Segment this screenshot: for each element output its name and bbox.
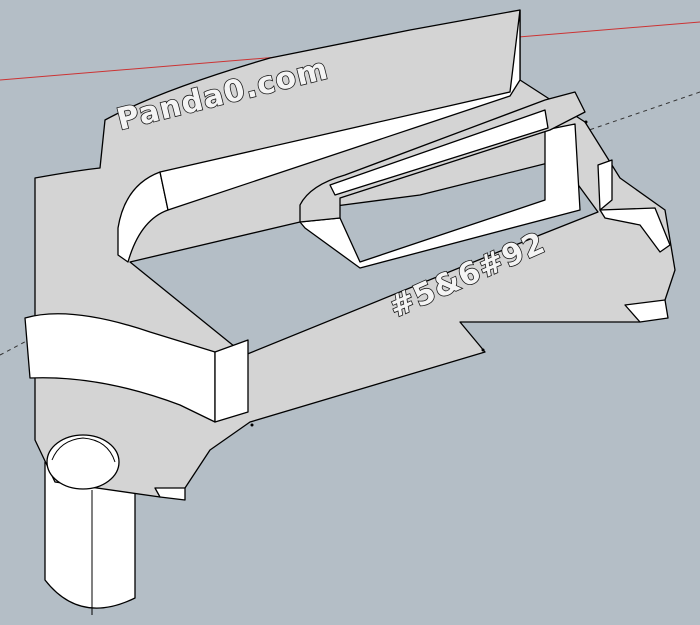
3d-viewport[interactable]: Panda0.com #5&6#92 [0,0,700,625]
scene-canvas[interactable]: Panda0.com #5&6#92 [0,0,700,625]
front-lower-face [154,487,186,501]
post-hole [46,434,120,490]
right-step-block [597,159,613,211]
front-mid-side-face [214,339,249,423]
